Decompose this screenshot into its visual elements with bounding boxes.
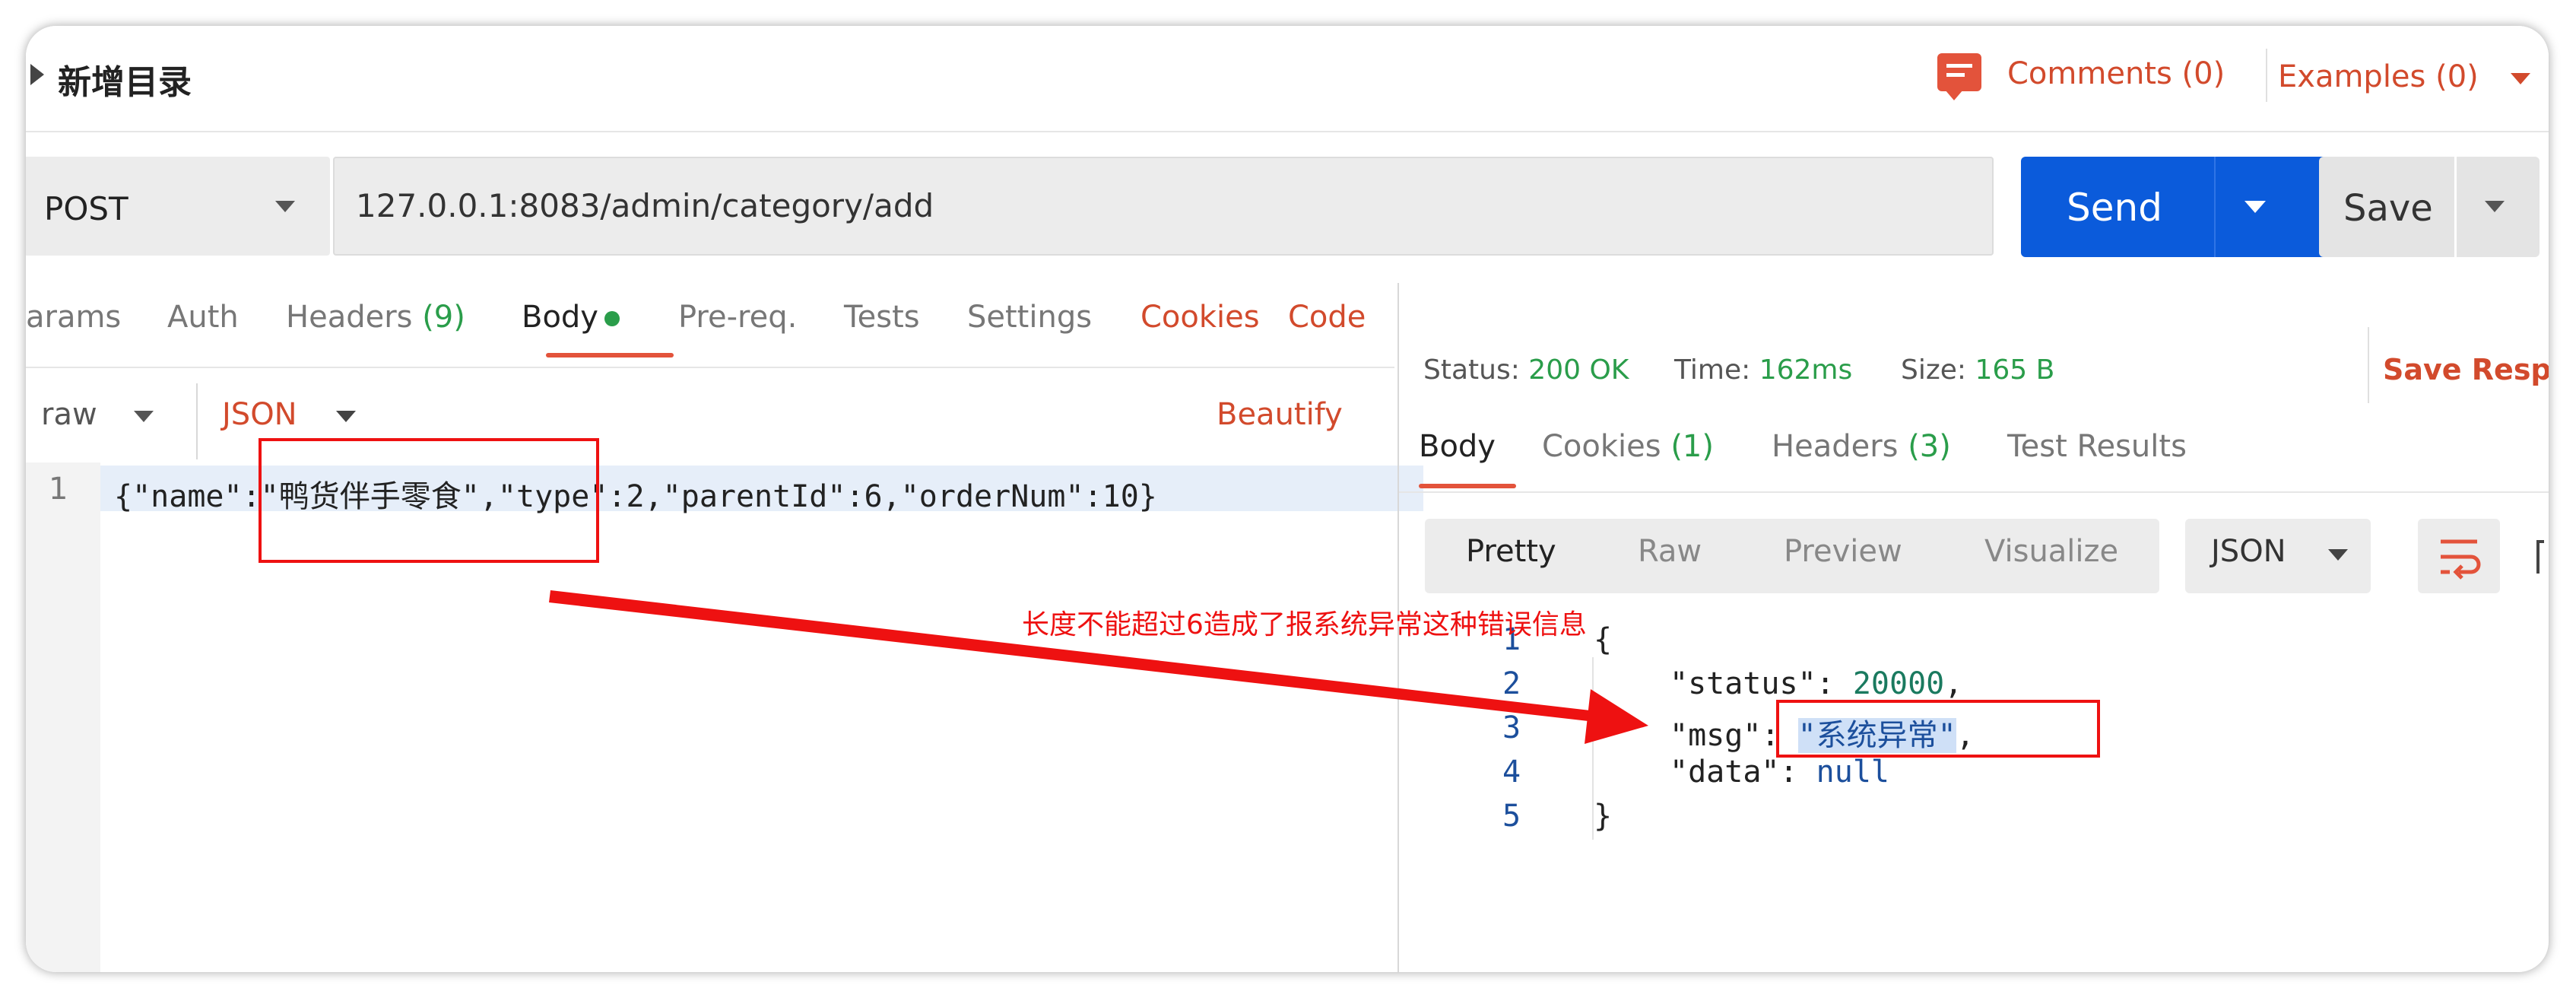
annotation-arrow: [549, 590, 1648, 744]
arrow-shaft: [549, 590, 1616, 724]
arrow-head-icon: [1585, 689, 1648, 744]
postman-window: 新增目录 Comments (0) Examples (0) POST 127.…: [26, 26, 2549, 972]
